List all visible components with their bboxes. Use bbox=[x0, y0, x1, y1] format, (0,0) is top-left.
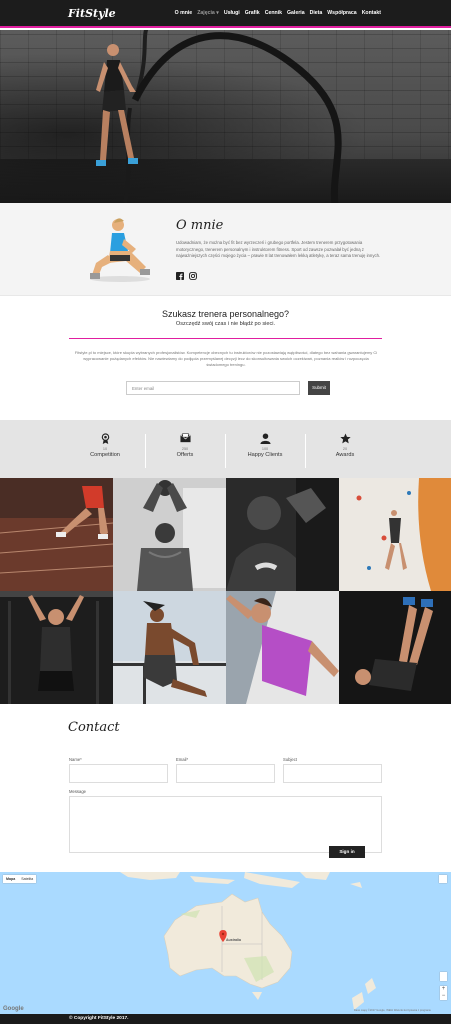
map-region-label: Australia bbox=[226, 938, 241, 942]
subject-field[interactable] bbox=[283, 764, 382, 783]
gallery-image-runner[interactable] bbox=[0, 478, 113, 591]
stat-awards: 20 Awards bbox=[305, 420, 385, 458]
brand-logo[interactable]: FitStyle bbox=[68, 7, 116, 20]
stat-value: 250 bbox=[181, 447, 189, 451]
about-social bbox=[176, 272, 197, 280]
email-field[interactable] bbox=[176, 764, 275, 783]
zoom-control: + − bbox=[440, 986, 447, 1000]
gallery-image-boxer[interactable] bbox=[226, 478, 339, 591]
navbar: FitStyle O mnie Zajęcia ▾ Usługi Grafik … bbox=[0, 0, 451, 28]
map-type-satellite[interactable]: Satelita bbox=[18, 875, 36, 883]
email-label: Email* bbox=[176, 757, 189, 762]
map-type-toggle: Mapa Satelita bbox=[3, 875, 37, 883]
stat-competition: 10 Competition bbox=[65, 420, 145, 458]
medal-icon bbox=[101, 433, 109, 444]
stat-value: 100 bbox=[261, 447, 269, 451]
email-input[interactable]: Enter email bbox=[126, 381, 300, 395]
nav-item-zajecia[interactable]: Zajęcia ▾ bbox=[197, 10, 219, 16]
stat-label: Awards bbox=[335, 452, 355, 458]
name-label: Name* bbox=[69, 757, 82, 762]
hero-illustration bbox=[96, 30, 342, 203]
map-credit[interactable]: Dane mapy ©2017 Google, INEGI Warunki ko… bbox=[354, 1009, 431, 1012]
gallery-image-legs[interactable] bbox=[339, 591, 451, 704]
nav-item-grafik[interactable]: Grafik bbox=[245, 10, 260, 16]
signin-button[interactable]: Sign in bbox=[329, 846, 365, 858]
about-photo bbox=[88, 215, 152, 285]
stat-label: Offerts bbox=[176, 452, 194, 458]
gallery-image-dips[interactable] bbox=[113, 591, 226, 704]
facebook-icon[interactable] bbox=[176, 272, 184, 280]
subject-label: Subject bbox=[283, 757, 297, 762]
trainer-title: Szukasz trenera personalnego? bbox=[161, 309, 290, 319]
nav-item-kontakt[interactable]: Kontakt bbox=[362, 10, 381, 16]
message-label: Message bbox=[69, 789, 86, 794]
hero-image bbox=[0, 30, 451, 203]
gallery-image-kettlebell[interactable] bbox=[113, 478, 226, 591]
gallery-image-climber[interactable] bbox=[339, 478, 451, 591]
stat-happy-clients: 100 Happy Clients bbox=[225, 420, 305, 458]
nav-menu: O mnie Zajęcia ▾ Usługi Grafik Cennik Ga… bbox=[175, 10, 381, 16]
gallery-image-rings[interactable] bbox=[226, 591, 339, 704]
accent-divider bbox=[69, 338, 382, 339]
about-section: O mnie Udowadniam, że można być fit bez … bbox=[0, 203, 451, 296]
contact-title: Contact bbox=[68, 720, 120, 735]
nav-item-uslugi[interactable]: Usługi bbox=[224, 10, 240, 16]
stat-label: Happy Clients bbox=[247, 452, 283, 458]
footer-copyright: © Copyright FitStyle 2017. bbox=[69, 1016, 129, 1021]
nav-item-dieta[interactable]: Dieta bbox=[310, 10, 323, 16]
nav-item-wspolpraca[interactable]: Współpraca bbox=[327, 10, 356, 16]
gallery bbox=[0, 478, 451, 704]
submit-button[interactable]: Submit bbox=[308, 381, 330, 395]
map-canvas[interactable] bbox=[0, 872, 451, 1014]
pegman-icon[interactable] bbox=[440, 972, 447, 981]
about-title: O mnie bbox=[176, 218, 224, 233]
zoom-out-icon[interactable]: − bbox=[440, 993, 447, 1000]
gallery-image-pullup[interactable] bbox=[0, 591, 113, 704]
nav-item-cennik[interactable]: Cennik bbox=[265, 10, 282, 16]
nav-item-galeria[interactable]: Galeria bbox=[287, 10, 305, 16]
name-field[interactable] bbox=[69, 764, 168, 783]
google-logo[interactable]: Google bbox=[3, 1006, 24, 1012]
stat-offerts: 250 Offerts bbox=[145, 420, 225, 458]
map[interactable]: Australia Mapa Satelita + − Google Dane … bbox=[0, 872, 451, 1014]
stat-value: 20 bbox=[342, 447, 348, 451]
stat-value: 10 bbox=[102, 447, 108, 451]
instagram-icon[interactable] bbox=[189, 272, 197, 280]
mail-icon bbox=[179, 433, 191, 443]
stat-label: Competition bbox=[90, 452, 120, 458]
zoom-in-icon[interactable]: + bbox=[440, 986, 447, 993]
user-icon bbox=[259, 433, 271, 444]
stats-section: 10 Competition 250 Offerts 100 Happy Cli… bbox=[0, 420, 451, 478]
star-icon bbox=[339, 433, 351, 444]
trainer-subtitle: Oszczędź swój czas i nie błądź po sieci. bbox=[175, 321, 276, 327]
about-text: Udowadniam, że można być fit bez wyrzecz… bbox=[176, 240, 381, 259]
footer: © Copyright FitStyle 2017. bbox=[0, 1014, 451, 1024]
trainer-text: Fitstyle.pl to miejsce, które skupia wyb… bbox=[74, 350, 378, 367]
map-type-map[interactable]: Mapa bbox=[3, 875, 18, 883]
nav-item-o-mnie[interactable]: O mnie bbox=[175, 10, 193, 16]
message-field[interactable] bbox=[69, 796, 382, 853]
fullscreen-icon[interactable] bbox=[439, 875, 447, 883]
